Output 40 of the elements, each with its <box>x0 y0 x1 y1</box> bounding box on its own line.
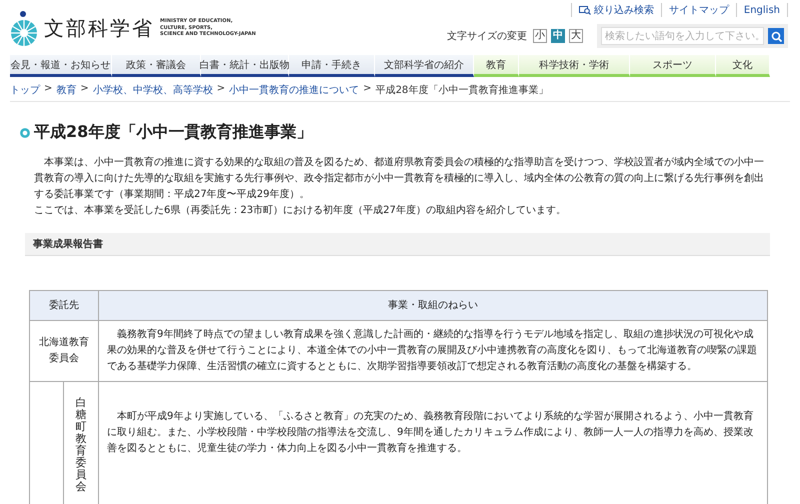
breadcrumb-link[interactable]: 教育 <box>56 83 76 97</box>
header-link[interactable]: 絞り込み検索 <box>570 3 661 17</box>
nav-tab[interactable]: 科学技術・学術 <box>519 55 630 77</box>
breadcrumb-separator: > <box>44 83 52 96</box>
breadcrumb-separator: > <box>363 83 372 96</box>
nav-tab[interactable]: 文化 <box>716 55 770 77</box>
column-header: 委託先 <box>30 290 98 320</box>
search-icon <box>578 5 591 15</box>
nav-tab[interactable]: 申請・手続き <box>289 55 376 77</box>
table-cell: 白糖町教育委員会 <box>75 396 86 494</box>
header-link[interactable]: English <box>736 3 788 17</box>
nav-tab[interactable]: 政策・審議会 <box>112 55 201 77</box>
breadcrumb-link[interactable]: トップ <box>10 83 40 97</box>
nav-tab[interactable]: スポーツ <box>630 55 716 77</box>
font-size-button[interactable]: 大 <box>569 29 583 43</box>
search-field[interactable]: 検索したい語句を入力して下さい。 <box>601 27 764 45</box>
section-heading: 事業成果報告書 <box>25 233 770 256</box>
ministry-name: 文部科学省 <box>44 14 154 42</box>
search-button[interactable] <box>768 28 784 44</box>
column-header: 事業・取組のねらい <box>98 290 768 320</box>
search-icon <box>770 30 782 42</box>
breadcrumb-current: 平成28年度「小中一貫教育推進事業」 <box>376 84 548 97</box>
table-cell: 北海道教育委員会 <box>30 320 98 382</box>
intro-paragraph: 本事業は、小中一貫教育の推進に資する効果的な取組の普及を図るため、都道府県教育委員会の積極的な指導助言を受けつつ、学校設置者が域内全域での小中一貫教育の導入に向けた先導的な取組を実施する先行事例や、政令指定都市が小中一貫教育を積極的に導入し、域内全体の公教育の質の向上に繋げる先行事例を創出する委託事業です（事業期間：平成27年度〜平成29年度）。 <box>34 156 765 202</box>
nav-tab[interactable]: 教育 <box>474 55 520 77</box>
font-size-button[interactable]: 小 <box>533 29 547 43</box>
breadcrumb-separator: > <box>216 83 226 96</box>
nav-tab[interactable]: 会見・報道・お知らせ <box>10 55 112 77</box>
nav-tab[interactable]: 白書・統計・出版物 <box>200 55 290 77</box>
font-size-label: 文字サイズの変更 <box>447 30 527 43</box>
title-bullet-icon <box>20 128 30 138</box>
breadcrumb-link[interactable]: 小中一貫教育の推進について <box>229 83 360 97</box>
breadcrumb-link[interactable]: 小学校、中学校、高等学校 <box>92 83 213 97</box>
page-title: 平成28年度「小中一貫教育推進事業」 <box>34 122 312 143</box>
ministry-logo-icon <box>10 9 38 47</box>
table-cell: 義務教育9年間終了時点での望ましい教育成果を強く意識した計画的・継続的な指導を行うモデル地域を指定し、取組の進捗状況の可視化や成果の効果的な普及を併せて行うことにより、本道全体での小中一貫教育の展開及び小中連携教育の高度化を図り、もって北海道教育の喫緊の課題である基礎学力保障、生活習慣の確立に資するとともに、次期学習指導要領改訂で想定される教育活動の高度化の基盤を構築する。 <box>98 320 768 382</box>
header-link[interactable]: サイトマップ <box>660 3 736 17</box>
intro-paragraph: ここでは、本事業を受託した6県（再委託先：23市町）における初年度（平成27年度）の取組内容を紹介しています。 <box>34 204 567 218</box>
font-size-button[interactable]: 中 <box>551 29 565 43</box>
breadcrumb-separator: > <box>80 83 89 96</box>
